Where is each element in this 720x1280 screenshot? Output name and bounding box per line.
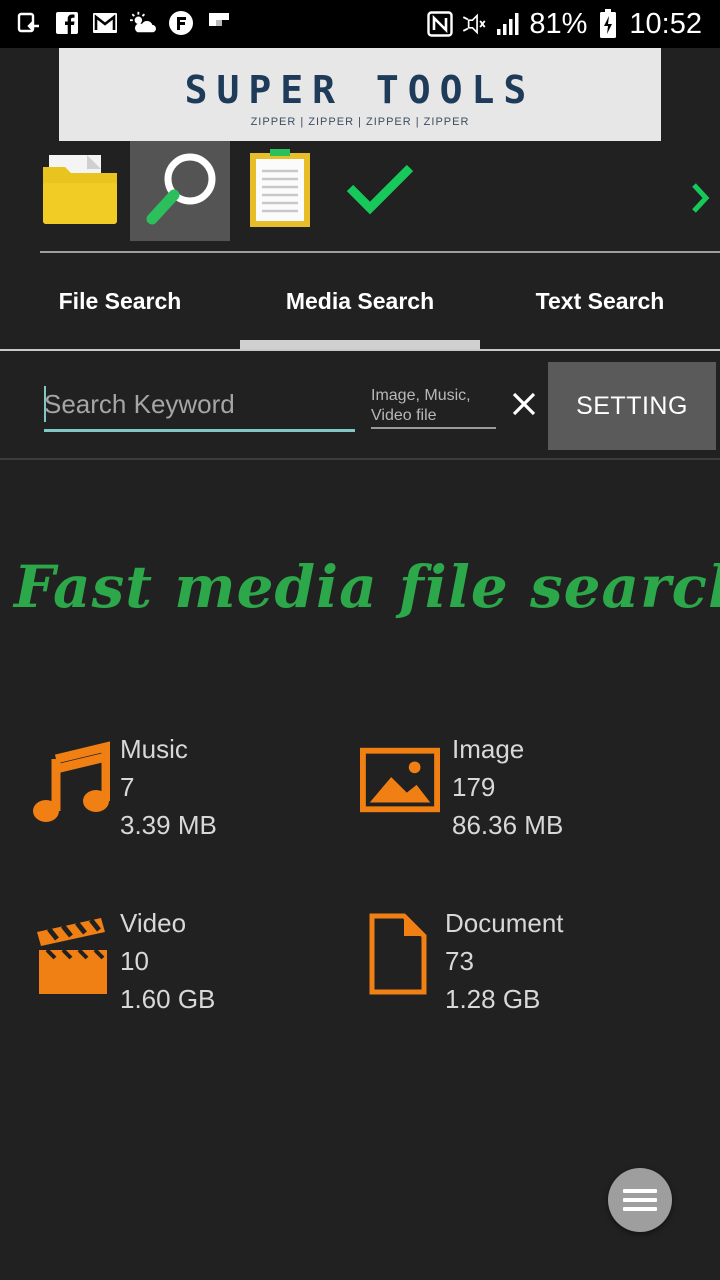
menu-fab-button[interactable] (608, 1168, 672, 1232)
search-row-divider (0, 458, 720, 460)
mute-icon (461, 11, 487, 37)
signal-icon (495, 11, 521, 37)
status-bar: 81% 10:52 (0, 0, 720, 48)
menu-icon-line (623, 1198, 657, 1202)
media-count: 7 (120, 772, 135, 802)
search-input[interactable] (44, 380, 355, 428)
setting-button[interactable]: SETTING (548, 362, 716, 450)
search-keyword-field[interactable] (44, 380, 355, 432)
image-icon (360, 730, 440, 830)
text-cursor (44, 386, 46, 422)
flipboard-icon (206, 10, 232, 36)
screen-cast-icon (16, 10, 42, 36)
tab-media-search[interactable]: Media Search (240, 253, 480, 349)
menu-icon-line (623, 1207, 657, 1211)
file-type-field[interactable] (371, 386, 496, 429)
nfc-icon (427, 11, 454, 37)
media-info: Document 73 1.28 GB (445, 904, 564, 1018)
search-tabs: File Search Media Search Text Search (0, 253, 720, 349)
music-note-icon (30, 730, 110, 830)
notepad-icon (248, 148, 312, 234)
battery-percentage: 81% (529, 7, 588, 40)
tool-search-button[interactable] (130, 141, 230, 241)
media-category-image[interactable]: Image 179 86.36 MB (360, 730, 660, 850)
banner-title: SUPER TOOLS (184, 68, 536, 112)
search-magnifier-icon (138, 147, 222, 236)
status-time: 10:52 (629, 7, 702, 40)
close-icon (512, 392, 536, 421)
media-size: 86.36 MB (452, 810, 564, 840)
folder-icon (41, 153, 119, 230)
video-clapper-icon (30, 904, 110, 1004)
tabs-divider (0, 349, 720, 351)
media-info: Video 10 1.60 GB (120, 904, 215, 1018)
gmail-icon (92, 10, 118, 36)
active-tab-indicator (240, 340, 480, 349)
tab-file-search[interactable]: File Search (0, 253, 240, 349)
tool-file-manager-button[interactable] (30, 141, 130, 241)
media-count: 179 (452, 772, 496, 802)
tool-check-button[interactable] (330, 141, 430, 241)
tool-selector-row (0, 141, 720, 251)
media-category-music[interactable]: Music 7 3.39 MB (30, 730, 330, 850)
media-info: Image 179 86.36 MB (452, 730, 563, 844)
media-category-video[interactable]: Video 10 1.60 GB (30, 904, 330, 1024)
ad-banner[interactable]: SUPER TOOLS ZIPPER | ZIPPER | ZIPPER | Z… (59, 48, 661, 141)
document-icon (355, 904, 435, 1004)
file-type-input[interactable] (371, 386, 496, 427)
menu-icon-line (623, 1189, 657, 1193)
battery-charging-icon (595, 9, 621, 38)
tool-notes-button[interactable] (230, 141, 330, 241)
media-info: Music 7 3.39 MB (120, 730, 217, 844)
media-category-document[interactable]: Document 73 1.28 GB (355, 904, 655, 1024)
media-size: 3.39 MB (120, 810, 217, 840)
status-system-icons: 81% 10:52 (427, 6, 702, 42)
banner-subtitle: ZIPPER | ZIPPER | ZIPPER | ZIPPER (250, 116, 470, 128)
media-count: 10 (120, 946, 149, 976)
media-label: Image (452, 734, 525, 764)
status-notification-icons (16, 10, 232, 36)
weather-icon (130, 10, 156, 36)
media-label: Document (445, 908, 564, 938)
media-count: 73 (445, 946, 474, 976)
media-size: 1.60 GB (120, 984, 216, 1014)
clear-search-button[interactable] (506, 388, 542, 424)
facebook-icon (54, 10, 80, 36)
tab-text-search[interactable]: Text Search (480, 253, 720, 349)
feature-headline: Fast media file search (14, 553, 720, 621)
media-label: Video (120, 908, 187, 938)
chevron-right-icon[interactable] (690, 181, 710, 215)
media-label: Music (120, 734, 188, 764)
checkmark-icon (346, 162, 414, 221)
media-size: 1.28 GB (445, 984, 541, 1014)
notification-app-icon (168, 10, 194, 36)
